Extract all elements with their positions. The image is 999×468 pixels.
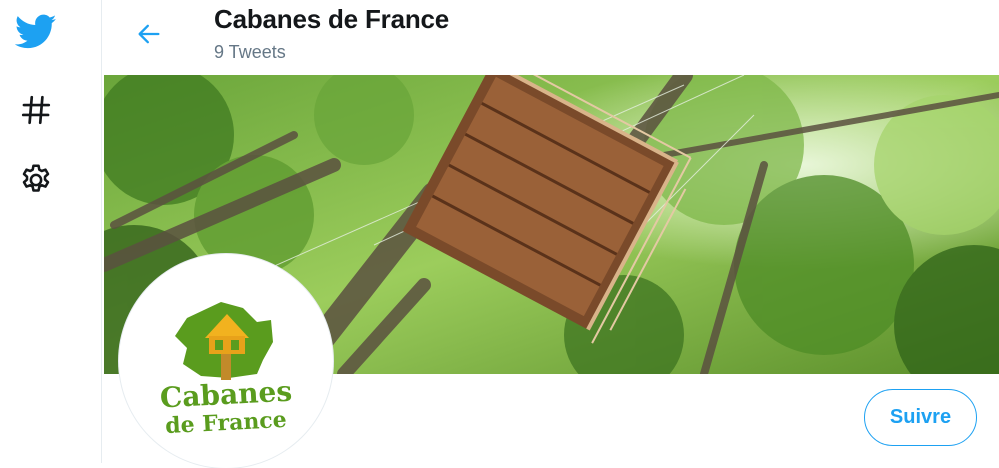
profile-name-title: Cabanes de France — [214, 4, 450, 34]
explore-button[interactable] — [10, 84, 62, 136]
settings-button[interactable] — [10, 154, 62, 206]
back-button[interactable] — [129, 14, 169, 54]
avatar-logo: Cabanes de France — [125, 260, 327, 462]
twitter-home-button[interactable] — [10, 6, 62, 58]
left-navigation — [0, 0, 102, 463]
back-arrow-icon — [138, 24, 160, 44]
profile-header: Cabanes de France 9 Tweets — [103, 0, 999, 75]
twitter-bird-icon — [15, 14, 57, 49]
hashtag-icon — [21, 95, 51, 125]
tweet-count: 9 Tweets — [214, 42, 286, 62]
follow-button[interactable]: Suivre — [864, 389, 977, 446]
gear-icon — [22, 164, 50, 192]
profile-avatar[interactable]: Cabanes de France — [119, 254, 333, 468]
